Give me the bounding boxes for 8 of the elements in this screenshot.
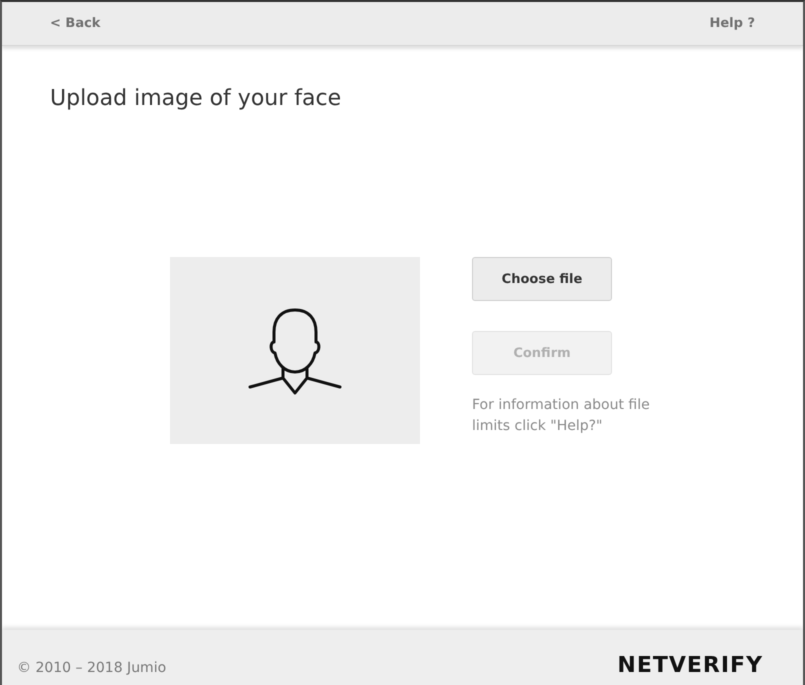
copyright-text: © 2010 – 2018 Jumio [17, 660, 166, 676]
logo: NETVERIFY [617, 653, 763, 678]
person-silhouette-icon [248, 306, 342, 396]
choose-file-button[interactable]: Choose file [472, 257, 612, 301]
back-link[interactable]: < Back [50, 16, 100, 31]
page-title: Upload image of your face [50, 86, 342, 111]
info-text: For information about file limits click "Help?" [472, 396, 651, 436]
help-link[interactable]: Help ? [709, 16, 755, 31]
